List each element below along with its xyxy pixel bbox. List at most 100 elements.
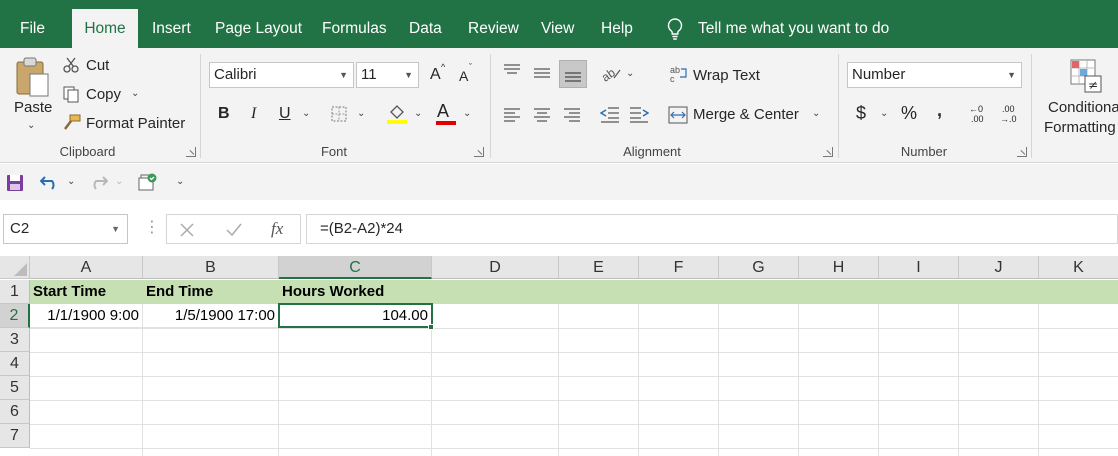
font-color-swatch (436, 121, 456, 125)
percent-button[interactable]: % (901, 103, 917, 124)
increase-decimal-button[interactable]: ←0 .00 (969, 104, 991, 126)
shrink-font-button[interactable]: A (459, 68, 468, 84)
paste-dropdown-icon[interactable]: ⌄ (27, 120, 35, 131)
tab-file[interactable]: File (20, 0, 45, 48)
format-painter-button[interactable]: Format Painter (86, 115, 185, 132)
row-header-2[interactable]: 2 (0, 304, 30, 328)
customize-qat-icon[interactable]: ⌄ (176, 176, 184, 187)
conditional-formatting-label-2[interactable]: Formatting (1044, 119, 1116, 136)
number-launcher-icon[interactable] (1017, 147, 1027, 157)
borders-icon[interactable] (330, 105, 348, 123)
column-header-f[interactable]: F (639, 256, 719, 279)
name-box[interactable]: C2 ▼ (3, 214, 128, 244)
font-size-select[interactable]: 11 ▼ (356, 62, 419, 88)
column-header-e[interactable]: E (559, 256, 639, 279)
row-header-7[interactable]: 7 (0, 424, 30, 448)
save-icon[interactable] (6, 174, 24, 192)
tab-home[interactable]: Home (72, 9, 138, 48)
number-format-select[interactable]: Number ▼ (847, 62, 1022, 88)
column-header-d[interactable]: D (432, 256, 559, 279)
increase-decimal-top: ←0 (969, 104, 984, 114)
decrease-indent-icon[interactable] (600, 106, 620, 124)
formula-bar-resize-handle[interactable]: ⋮ (144, 217, 160, 237)
group-divider (490, 54, 491, 158)
column-header-h[interactable]: H (799, 256, 879, 279)
tab-page-layout[interactable]: Page Layout (215, 0, 302, 48)
bold-button[interactable]: B (218, 105, 230, 123)
fill-color-dropdown-icon[interactable]: ⌄ (414, 108, 422, 119)
clipboard-launcher-icon[interactable] (186, 147, 196, 157)
ribbon-tab-bar: File Home Insert Page Layout Formulas Da… (0, 0, 1118, 48)
undo-icon[interactable] (40, 174, 60, 190)
orientation-icon[interactable]: ab (600, 64, 622, 82)
row-header-6[interactable]: 6 (0, 400, 30, 424)
column-header-g[interactable]: G (719, 256, 799, 279)
copy-dropdown-icon[interactable]: ⌄ (131, 88, 139, 99)
tab-insert[interactable]: Insert (152, 0, 191, 48)
column-header-a[interactable]: A (30, 256, 143, 279)
select-all-corner[interactable] (0, 256, 30, 279)
currency-dropdown-icon[interactable]: ⌄ (880, 108, 888, 119)
insert-function-button[interactable]: fx (271, 219, 283, 239)
tab-review[interactable]: Review (468, 0, 519, 48)
grow-font-button[interactable]: A (430, 66, 441, 84)
tab-data[interactable]: Data (409, 0, 442, 48)
align-middle-icon[interactable] (533, 66, 551, 80)
row-header-1[interactable]: 1 (0, 280, 30, 304)
currency-button[interactable]: $ (856, 103, 866, 124)
cell-a1[interactable]: Start Time (30, 280, 143, 304)
merge-dropdown-icon[interactable]: ⌄ (812, 108, 820, 119)
column-header-c[interactable]: C (279, 256, 432, 279)
lightbulb-icon[interactable] (666, 17, 684, 41)
underline-button[interactable]: U (279, 105, 291, 123)
fill-handle[interactable] (428, 324, 434, 330)
chevron-down-icon: ▼ (404, 70, 413, 80)
borders-dropdown-icon[interactable]: ⌄ (357, 108, 365, 119)
fill-color-icon[interactable] (386, 103, 408, 125)
align-center-icon[interactable] (533, 108, 551, 122)
wrap-text-button[interactable]: Wrap Text (693, 67, 760, 84)
group-divider (200, 54, 201, 158)
tab-help[interactable]: Help (601, 0, 633, 48)
touch-mode-icon[interactable] (136, 172, 158, 192)
font-name-select[interactable]: Calibri ▼ (209, 62, 354, 88)
italic-button[interactable]: I (251, 105, 256, 123)
cell-b1[interactable]: End Time (143, 280, 279, 304)
font-color-dropdown-icon[interactable]: ⌄ (463, 108, 471, 119)
formula-input[interactable]: =(B2-A2)*24 (306, 214, 1118, 244)
cell-c1[interactable]: Hours Worked (279, 280, 432, 304)
underline-dropdown-icon[interactable]: ⌄ (302, 108, 310, 119)
tab-formulas[interactable]: Formulas (322, 0, 387, 48)
column-header-j[interactable]: J (959, 256, 1039, 279)
row-header-3[interactable]: 3 (0, 328, 30, 352)
column-header-k[interactable]: K (1039, 256, 1118, 279)
align-right-icon[interactable] (563, 108, 581, 122)
align-left-icon[interactable] (503, 108, 521, 122)
cut-button[interactable]: Cut (86, 57, 109, 74)
cancel-icon[interactable] (180, 223, 194, 237)
decrease-decimal-button[interactable]: .00 →.0 (1000, 104, 1022, 126)
tab-view[interactable]: View (541, 0, 574, 48)
orientation-dropdown-icon[interactable]: ⌄ (626, 68, 634, 79)
redo-icon[interactable] (88, 174, 108, 190)
redo-dropdown-icon[interactable]: ⌄ (115, 176, 123, 187)
align-top-icon[interactable] (503, 64, 521, 78)
copy-icon (63, 86, 79, 103)
alignment-launcher-icon[interactable] (823, 147, 833, 157)
merge-center-button[interactable]: Merge & Center (693, 106, 799, 123)
conditional-formatting-label-1[interactable]: Conditional (1048, 99, 1118, 116)
font-launcher-icon[interactable] (474, 147, 484, 157)
copy-button[interactable]: Copy (86, 86, 121, 103)
paste-icon[interactable] (14, 56, 52, 100)
increase-indent-icon[interactable] (629, 106, 649, 124)
enter-icon[interactable] (226, 223, 242, 237)
font-size-value: 11 (361, 66, 377, 83)
font-color-button[interactable]: A (437, 101, 449, 122)
row-header-5[interactable]: 5 (0, 376, 30, 400)
comma-style-button[interactable]: , (937, 100, 942, 121)
row-header-4[interactable]: 4 (0, 352, 30, 376)
undo-dropdown-icon[interactable]: ⌄ (67, 176, 75, 187)
paste-button[interactable]: Paste (14, 99, 52, 116)
column-header-b[interactable]: B (143, 256, 279, 279)
column-header-i[interactable]: I (879, 256, 959, 279)
